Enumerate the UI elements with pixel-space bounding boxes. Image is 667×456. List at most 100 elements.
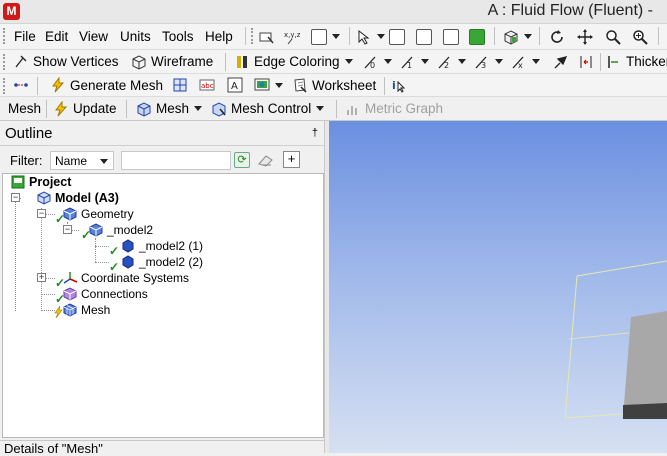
thicken-button[interactable]: Thicken: [606, 50, 667, 73]
metric-graph-button[interactable]: Metric Graph: [345, 97, 443, 120]
menu-units[interactable]: Units: [120, 29, 151, 44]
metric-graph-icon: [347, 105, 357, 115]
chevron-down-icon: [524, 34, 532, 39]
select-type-dropdown[interactable]: [356, 24, 385, 49]
pin-edges-button[interactable]: [552, 50, 568, 73]
tree-line: [41, 294, 55, 295]
select-face-button[interactable]: [443, 24, 459, 49]
coordinate-axes-icon: [63, 272, 78, 284]
menu-help[interactable]: Help: [205, 29, 233, 44]
collapse-toggle[interactable]: −: [63, 225, 72, 234]
show-vertices-button[interactable]: Show Vertices: [13, 50, 119, 73]
tree-node-geometry[interactable]: Geometry: [63, 206, 134, 222]
tree-node-body-2[interactable]: _model2 (2): [121, 254, 203, 270]
chevron-down-icon: [332, 34, 340, 39]
collapse-toggle[interactable]: −: [11, 193, 20, 202]
thicken-label: Thicken: [626, 54, 667, 69]
select-edge-button[interactable]: [416, 24, 432, 49]
chevron-down-icon: [194, 106, 203, 111]
menu-file[interactable]: File: [14, 29, 36, 44]
update-button[interactable]: Update: [53, 97, 117, 120]
edge-coloring-dropdown[interactable]: Edge Coloring: [234, 50, 353, 73]
label-abc-button[interactable]: abc: [199, 74, 215, 96]
thin-edges-button[interactable]: [578, 50, 594, 73]
worksheet-button[interactable]: Worksheet: [292, 74, 376, 96]
toolbar-grip[interactable]: [251, 28, 255, 44]
zoom-icon: [606, 29, 621, 45]
select-body-button[interactable]: [469, 24, 485, 49]
select-vertex-button[interactable]: [389, 24, 405, 49]
toolbar-grip[interactable]: [3, 54, 7, 70]
tree-node-model[interactable]: Model (A3): [37, 190, 119, 206]
separator: [494, 27, 495, 45]
solid-body-shadow: [623, 403, 667, 419]
info-pointer-button[interactable]: i: [391, 74, 407, 96]
generate-mesh-label: Generate Mesh: [70, 77, 164, 93]
chevron-down-icon: [275, 82, 283, 88]
tree-node-mesh[interactable]: Mesh: [63, 302, 110, 318]
mesh-dropdown-label: Mesh: [156, 101, 190, 116]
lightning-icon: [55, 100, 68, 116]
extend-selection-dropdown[interactable]: [503, 24, 532, 49]
preview-button[interactable]: [172, 74, 188, 96]
chevron-down-icon: [377, 34, 385, 39]
mesh-preview-icon: [173, 78, 187, 92]
tree-node-project[interactable]: Project: [11, 174, 71, 190]
display-icon: [254, 78, 270, 91]
select-geometry-button[interactable]: [259, 24, 275, 49]
menu-tools[interactable]: Tools: [162, 29, 194, 44]
tree-node-part[interactable]: _model2: [89, 222, 153, 238]
edge-option-1-dropdown[interactable]: 0: [363, 50, 392, 73]
worksheet-icon: [294, 78, 307, 93]
mesh-control-dropdown[interactable]: Mesh Control: [211, 97, 325, 120]
svg-text:abc: abc: [201, 82, 214, 90]
app-logo-icon: M: [3, 3, 20, 20]
display-dropdown[interactable]: [254, 74, 283, 96]
toolbar-grip[interactable]: [3, 78, 7, 94]
explode-button[interactable]: [13, 74, 29, 96]
select-mode-dropdown[interactable]: [311, 24, 340, 49]
pin-icon[interactable]: †: [312, 127, 318, 139]
tree-node-connections[interactable]: Connections: [63, 286, 148, 302]
toolbar-grip[interactable]: [3, 28, 7, 44]
update-label: Update: [73, 101, 117, 116]
mesh-dropdown[interactable]: Mesh: [136, 97, 203, 120]
filter-search-input[interactable]: [121, 151, 231, 170]
edge-option-5-dropdown[interactable]: x: [511, 50, 540, 73]
refresh-icon[interactable]: ⟳: [234, 152, 250, 168]
edge-option-2-dropdown[interactable]: 1: [400, 50, 429, 73]
edge-option-4-dropdown[interactable]: 3: [474, 50, 503, 73]
tree-line: [41, 208, 42, 311]
body-icon: [122, 239, 134, 253]
pan-icon: [577, 28, 593, 45]
annotation-icon: A: [227, 77, 243, 93]
tree-node-coordinate-systems[interactable]: Coordinate Systems: [63, 270, 189, 286]
clear-filter-icon[interactable]: [257, 152, 275, 168]
menu-view[interactable]: View: [79, 29, 108, 44]
mesh-context-toolbar: Mesh Update Mesh Mesh Control Metric Gra…: [0, 97, 667, 121]
info-pointer-icon: i: [392, 79, 406, 93]
part-icon: [89, 223, 103, 237]
tree-label: Model (A3): [55, 191, 119, 205]
menu-edit[interactable]: Edit: [45, 29, 68, 44]
collapse-toggle[interactable]: −: [37, 209, 46, 218]
tree-node-body-1[interactable]: _model2 (1): [121, 238, 203, 254]
tree-label: Geometry: [81, 207, 134, 221]
expand-toggle[interactable]: +: [37, 273, 46, 282]
filter-type-select[interactable]: Name: [50, 151, 114, 170]
coordinate-select-button[interactable]: x,y,z: [284, 24, 300, 49]
pan-button[interactable]: [577, 24, 593, 49]
wireframe-icon: [132, 54, 146, 70]
rotate-button[interactable]: [549, 24, 565, 49]
edge-option-3-dropdown[interactable]: 2: [437, 50, 466, 73]
expand-all-icon[interactable]: +: [283, 151, 300, 168]
zoom-button[interactable]: [605, 24, 621, 49]
vertex-select-icon: [389, 28, 405, 45]
wireframe-button[interactable]: Wireframe: [131, 50, 213, 73]
svg-text:x: x: [518, 61, 523, 70]
box-zoom-button[interactable]: [632, 24, 648, 49]
annotation-button[interactable]: A: [227, 74, 243, 96]
generate-mesh-button[interactable]: Generate Mesh: [50, 74, 163, 96]
graphics-viewport[interactable]: [329, 121, 667, 453]
outline-panel-header: Outline †: [0, 121, 324, 146]
